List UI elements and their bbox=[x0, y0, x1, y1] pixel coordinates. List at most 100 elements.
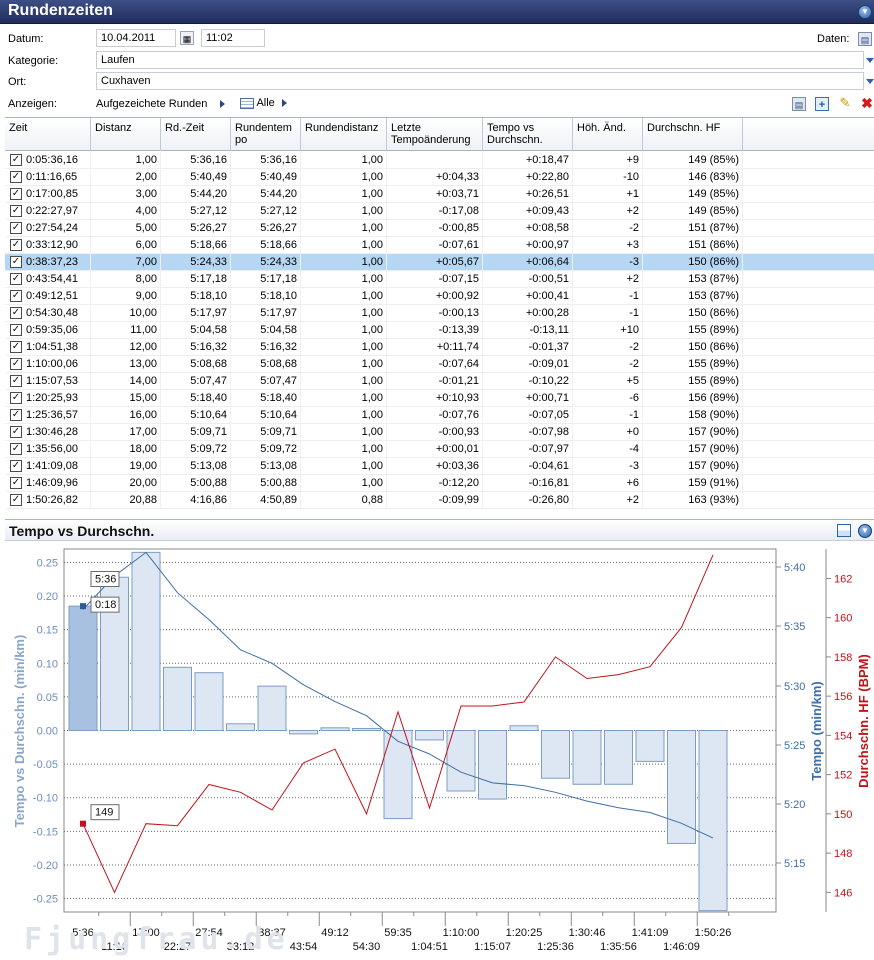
column-header-rd-zeit[interactable]: Rd.-Zeit bbox=[161, 118, 231, 151]
column-header-hoehen-aenderung[interactable]: Höh. Änd. bbox=[573, 118, 643, 151]
table-row[interactable]: ✓ 1:04:51,38 12,00 5:16,32 5:16,32 1,00 +0:11,… bbox=[5, 339, 874, 356]
cell-zeit: ✓ 0:59:35,06 bbox=[5, 322, 91, 339]
cell-hoehen-aenderung: +9 bbox=[573, 152, 643, 169]
table-row[interactable]: ✓ 0:27:54,24 5,00 5:26,27 5:26,27 1,00 -0:00,8… bbox=[5, 220, 874, 237]
table-row[interactable]: ✓ 0:43:54,41 8,00 5:17,18 5:17,18 1,00 -0:07,1… bbox=[5, 271, 874, 288]
table-row[interactable]: ✓ 1:15:07,53 14,00 5:07,47 5:07,47 1,00 -0:01,… bbox=[5, 373, 874, 390]
data-calculator-icon[interactable]: ▤ bbox=[858, 32, 872, 46]
cell-durchschn-hf: 163 (93%) bbox=[643, 492, 743, 509]
column-header-rundentempo[interactable]: Rundentem po bbox=[231, 118, 301, 151]
table-row[interactable]: ✓ 0:05:36,16 1,00 5:36,16 5:36,16 1,00 +0:18,4… bbox=[5, 152, 874, 169]
column-header-distanz[interactable]: Distanz bbox=[91, 118, 161, 151]
table-row[interactable]: ✓ 0:38:37,23 7,00 5:24,33 5:24,33 1,00 +0:05,6… bbox=[5, 254, 874, 271]
row-checkbox[interactable]: ✓ bbox=[10, 290, 22, 302]
row-checkbox[interactable]: ✓ bbox=[10, 375, 22, 387]
table-row[interactable]: ✓ 1:41:09,08 19,00 5:13,08 5:13,08 1,00 +0:03,… bbox=[5, 458, 874, 475]
time-field[interactable]: 11:02 bbox=[201, 29, 265, 47]
row-checkbox[interactable]: ✓ bbox=[10, 477, 22, 489]
table-row[interactable]: ✓ 1:10:00,06 13,00 5:08,68 5:08,68 1,00 -0:07,… bbox=[5, 356, 874, 373]
table-row[interactable]: ✓ 0:54:30,48 10,00 5:17,97 5:17,97 1,00 -0:00,… bbox=[5, 305, 874, 322]
delete-icon[interactable]: ✖ bbox=[860, 96, 874, 110]
cell-rd-zeit: 5:18,40 bbox=[161, 390, 231, 407]
row-checkbox[interactable]: ✓ bbox=[10, 392, 22, 404]
ort-label: Ort: bbox=[8, 76, 27, 88]
row-checkbox[interactable]: ✓ bbox=[10, 409, 22, 421]
chart-collapse-icon[interactable]: ▼ bbox=[858, 524, 872, 538]
row-checkbox[interactable]: ✓ bbox=[10, 426, 22, 438]
table-row[interactable]: ✓ 1:50:26,82 20,88 4:16,86 4:50,89 0,88 -0:09,… bbox=[5, 492, 874, 509]
row-checkbox[interactable]: ✓ bbox=[10, 222, 22, 234]
date-field[interactable]: 10.04.2011 bbox=[96, 29, 176, 47]
bar bbox=[163, 666, 192, 731]
row-checkbox[interactable]: ✓ bbox=[10, 443, 22, 455]
cell-letzte-tempoaenderung: -0:07,64 bbox=[387, 356, 483, 373]
column-header-durchschn-hf[interactable]: Durchschn. HF bbox=[643, 118, 743, 151]
ort-dropdown-icon[interactable] bbox=[866, 79, 874, 84]
table-row[interactable]: ✓ 1:46:09,96 20,00 5:00,88 5:00,88 1,00 -0:12,… bbox=[5, 475, 874, 492]
alle-selector[interactable]: Alle bbox=[240, 97, 287, 109]
left-axis-tick-label: 0.00 bbox=[37, 726, 58, 738]
cell-rundendistanz: 1,00 bbox=[301, 254, 387, 271]
row-checkbox[interactable]: ✓ bbox=[10, 154, 22, 166]
row-checkbox[interactable]: ✓ bbox=[10, 188, 22, 200]
column-header-zeit[interactable]: Zeit bbox=[5, 118, 91, 151]
cell-letzte-tempoaenderung: -0:07,61 bbox=[387, 237, 483, 254]
cell-rd-zeit: 5:26,27 bbox=[161, 220, 231, 237]
cell-rundentempo: 5:09,71 bbox=[231, 424, 301, 441]
row-checkbox[interactable]: ✓ bbox=[10, 205, 22, 217]
anzeigen-selector[interactable]: Aufgezeichete Runden bbox=[96, 98, 226, 110]
chart-layout-icon[interactable] bbox=[837, 524, 851, 537]
row-checkbox[interactable]: ✓ bbox=[10, 239, 22, 251]
anzeigen-row: Anzeigen: Aufgezeichete Runden Alle ▤ + … bbox=[0, 94, 874, 114]
row-checkbox[interactable]: ✓ bbox=[10, 171, 22, 183]
collapse-icon[interactable]: ▼ bbox=[858, 5, 872, 19]
cell-rundentempo: 5:13,08 bbox=[231, 458, 301, 475]
edit-pencil-icon[interactable]: ✎ bbox=[838, 96, 852, 110]
laps-table: Zeit Distanz Rd.-Zeit Rundentem po Rundendis… bbox=[5, 117, 874, 515]
row-checkbox[interactable]: ✓ bbox=[10, 494, 22, 506]
table-row[interactable]: ✓ 0:22:27,97 4,00 5:27,12 5:27,12 1,00 -0:17,0… bbox=[5, 203, 874, 220]
kategorie-dropdown-icon[interactable] bbox=[866, 58, 874, 63]
cell-rundentempo: 5:00,88 bbox=[231, 475, 301, 492]
table-row[interactable]: ✓ 0:33:12,90 6,00 5:18,66 5:18,66 1,00 -0:07,6… bbox=[5, 237, 874, 254]
cell-distanz: 16,00 bbox=[91, 407, 161, 424]
table-row[interactable]: ✓ 1:30:46,28 17,00 5:09,71 5:09,71 1,00 -0:00,… bbox=[5, 424, 874, 441]
row-checkbox[interactable]: ✓ bbox=[10, 358, 22, 370]
cell-rd-zeit: 5:40,49 bbox=[161, 169, 231, 186]
left-axis-tick-label: 0.20 bbox=[37, 591, 58, 603]
table-row[interactable]: ✓ 0:59:35,06 11,00 5:04,58 5:04,58 1,00 -0:13,… bbox=[5, 322, 874, 339]
cell-distanz: 18,00 bbox=[91, 441, 161, 458]
cell-zeit: ✓ 1:41:09,08 bbox=[5, 458, 91, 475]
cell-rd-zeit: 5:24,33 bbox=[161, 254, 231, 271]
column-header-rundendistanz[interactable]: Rundendistanz bbox=[301, 118, 387, 151]
bar bbox=[478, 730, 507, 800]
calendar-icon[interactable]: ▦ bbox=[180, 31, 194, 45]
cell-distanz: 19,00 bbox=[91, 458, 161, 475]
cell-hoehen-aenderung: -1 bbox=[573, 305, 643, 322]
cell-durchschn-hf: 149 (85%) bbox=[643, 203, 743, 220]
calculator-icon[interactable]: ▤ bbox=[792, 97, 806, 111]
table-row[interactable]: ✓ 0:49:12,51 9,00 5:18,10 5:18,10 1,00 +0:00,9… bbox=[5, 288, 874, 305]
row-checkbox[interactable]: ✓ bbox=[10, 460, 22, 472]
row-checkbox[interactable]: ✓ bbox=[10, 324, 22, 336]
column-header-tempo-vs-durchschn[interactable]: Tempo vs Durchschn. bbox=[483, 118, 573, 151]
table-row[interactable]: ✓ 1:35:56,00 18,00 5:09,72 5:09,72 1,00 +0:00,… bbox=[5, 441, 874, 458]
column-header-letzte-tempoaenderung[interactable]: Letzte Tempoänderung bbox=[387, 118, 483, 151]
row-checkbox[interactable]: ✓ bbox=[10, 341, 22, 353]
table-row[interactable]: ✓ 0:17:00,85 3,00 5:44,20 5:44,20 1,00 +0:03,7… bbox=[5, 186, 874, 203]
table-view-icon bbox=[240, 97, 254, 109]
ort-select[interactable]: Cuxhaven bbox=[96, 72, 864, 90]
row-checkbox[interactable]: ✓ bbox=[10, 256, 22, 268]
bar bbox=[667, 730, 696, 844]
row-checkbox[interactable]: ✓ bbox=[10, 273, 22, 285]
cell-letzte-tempoaenderung: -0:00,93 bbox=[387, 424, 483, 441]
add-icon[interactable]: + bbox=[815, 97, 829, 111]
cell-rundendistanz: 1,00 bbox=[301, 475, 387, 492]
table-row[interactable]: ✓ 1:20:25,93 15,00 5:18,40 5:18,40 1,00 +0:10,… bbox=[5, 390, 874, 407]
cell-zeit: ✓ 1:04:51,38 bbox=[5, 339, 91, 356]
kategorie-select[interactable]: Laufen bbox=[96, 51, 864, 69]
table-row[interactable]: ✓ 0:11:16,65 2,00 5:40,49 5:40,49 1,00 +0:04,3… bbox=[5, 169, 874, 186]
table-row[interactable]: ✓ 1:25:36,57 16,00 5:10,64 5:10,64 1,00 -0:07,… bbox=[5, 407, 874, 424]
bar bbox=[194, 672, 224, 731]
row-checkbox[interactable]: ✓ bbox=[10, 307, 22, 319]
